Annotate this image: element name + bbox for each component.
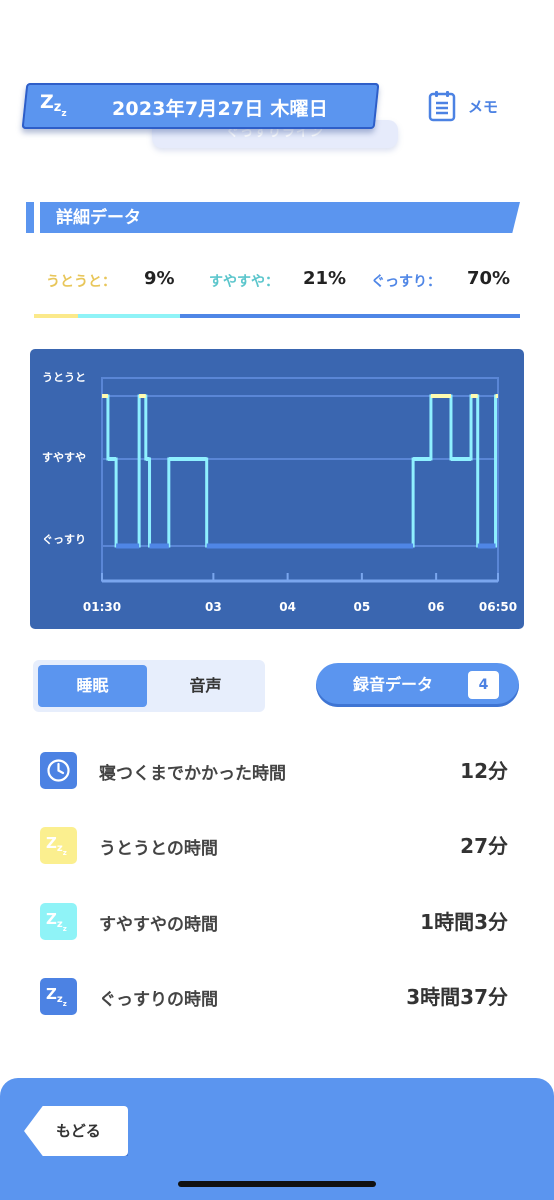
stat-value-gussuri: 70%: [467, 268, 511, 289]
x-tick-label: 06:50: [479, 600, 517, 614]
sleep-ratio-bar: [34, 314, 520, 318]
stat-label-utouto: うとうと：: [46, 274, 116, 290]
recording-data-button[interactable]: 録音データ 4: [316, 663, 519, 707]
zzz-cyan-icon: Zzz: [40, 903, 77, 940]
summary-value: 12分: [460, 759, 508, 783]
summary-value: 1時間3分: [420, 910, 508, 934]
tab-audio[interactable]: 音声: [151, 665, 260, 707]
stat-label-gussuri: ぐっすり：: [371, 274, 441, 290]
x-tick-label: 04: [279, 600, 296, 614]
date-banner: Zzz 2023年7月27日 木曜日: [24, 83, 377, 129]
zzz-blue-icon: Zzz: [40, 978, 77, 1015]
summary-row-suyasuya: Zzz すやすやの時間 1時間3分: [40, 902, 510, 942]
memo-button[interactable]: メモ: [428, 90, 498, 122]
back-button-label: もどる: [56, 1122, 101, 1140]
summary-label: すやすやの時間: [99, 915, 218, 935]
section-title: 詳細データ: [56, 208, 141, 228]
y-tick-label: うとうと: [42, 371, 86, 384]
summary-value: 3時間37分: [406, 985, 508, 1009]
stat-value-suyasuya: 21%: [303, 268, 347, 289]
sleep-chart-svg: うとうとすやすやぐっすり 01:30 03 04 05 06 06:50: [42, 371, 517, 614]
x-tick-label: 01:30: [83, 600, 121, 614]
summary-row-utouto: Zzz うとうとの時間 27分: [40, 826, 510, 866]
x-tick-label: 03: [205, 600, 222, 614]
ratio-segment-utouto: [34, 314, 78, 318]
clock-icon: [40, 752, 77, 789]
home-indicator[interactable]: [178, 1181, 376, 1187]
zzz-yellow-icon: Zzz: [40, 827, 77, 864]
stat-value-utouto: 9%: [144, 268, 175, 289]
summary-label: うとうとの時間: [99, 839, 218, 859]
summary-label: 寝つくまでかかった時間: [99, 764, 286, 784]
summary-row-gussuri: Zzz ぐっすりの時間 3時間37分: [40, 977, 510, 1017]
sleep-zzz-icon: Zzz: [40, 91, 67, 119]
summary-value: 27分: [460, 834, 508, 858]
sleep-chart: うとうとすやすやぐっすり 01:30 03 04 05 06 06:50: [30, 349, 524, 629]
recording-count-badge: 4: [468, 671, 499, 699]
ratio-segment-gussuri: [179, 314, 520, 318]
chart-frame: [101, 377, 499, 582]
date-text: 2023年7月27日 木曜日: [112, 98, 328, 120]
y-tick-label: すやすや: [42, 451, 86, 464]
summary-label: ぐっすりの時間: [99, 990, 218, 1010]
stat-label-suyasuya: すやすや：: [209, 274, 279, 290]
y-tick-label: ぐっすり: [42, 533, 86, 546]
tab-sleep[interactable]: 睡眠: [38, 665, 147, 707]
summary-row-fall-asleep: 寝つくまでかかった時間 12分: [40, 751, 510, 791]
x-tick-label: 05: [354, 600, 371, 614]
memo-label: メモ: [468, 97, 499, 116]
view-toggle: 睡眠 音声: [33, 660, 265, 712]
memo-icon: [428, 91, 456, 122]
recording-label: 録音データ: [353, 675, 434, 694]
x-tick-label: 06: [428, 600, 445, 614]
ratio-segment-suyasuya: [77, 314, 180, 318]
